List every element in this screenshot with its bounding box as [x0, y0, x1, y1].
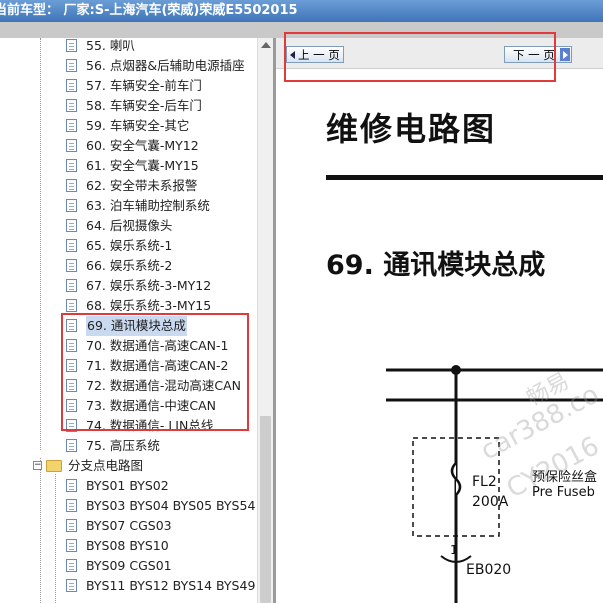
tree-guide-line: [40, 458, 41, 603]
document-icon: [66, 199, 77, 212]
scroll-up-icon[interactable]: [261, 42, 271, 48]
diagram-viewer: 上 一 页 下 一 页 维修电路图 69. 通讯模块总成 FL2 200A 预保…: [276, 38, 603, 603]
document-icon: [66, 239, 77, 252]
document-icon: [66, 79, 77, 92]
folder-icon: [46, 460, 62, 472]
pin-number: 1: [450, 543, 458, 557]
highlight-box-page-nav: [284, 32, 556, 82]
collapse-icon[interactable]: −: [33, 461, 42, 470]
document-icon: [66, 259, 77, 272]
document-icon: [66, 159, 77, 172]
document-icon: [66, 539, 77, 552]
tree-guide-line: [40, 38, 41, 450]
connector-id: EB020: [466, 562, 512, 578]
document-icon: [66, 299, 77, 312]
fuse-symbol: [450, 462, 462, 496]
tree-guide-line: [55, 474, 56, 603]
window-title-bar: 当前车型： 厂家:S-上海汽车(荣威)荣威E5502015: [0, 0, 603, 22]
document-icon: [66, 519, 77, 532]
scroll-thumb[interactable]: [260, 416, 271, 603]
document-icon: [66, 59, 77, 72]
document-icon: [66, 139, 77, 152]
arrow-right-icon: [563, 51, 568, 59]
document-icon: [66, 559, 77, 572]
document-icon: [66, 39, 77, 52]
fuse-name: FL2: [472, 474, 497, 490]
section-title: 69. 通讯模块总成: [326, 250, 546, 281]
document-title: 维修电路图: [326, 110, 497, 148]
document-icon: [66, 279, 77, 292]
tree-scrollbar[interactable]: [257, 38, 273, 603]
document-icon: [66, 499, 77, 512]
document-icon: [66, 479, 77, 492]
document-icon: [66, 119, 77, 132]
title-rule: [326, 175, 603, 180]
document-icon: [66, 179, 77, 192]
document-icon: [66, 439, 77, 452]
document-icon: [66, 579, 77, 592]
highlight-box-selected-items: [61, 313, 249, 431]
document-icon: [66, 219, 77, 232]
window-title: 当前车型： 厂家:S-上海汽车(荣威)荣威E5502015: [0, 3, 298, 18]
document-icon: [66, 99, 77, 112]
fuse-rating: 200A: [472, 494, 509, 510]
